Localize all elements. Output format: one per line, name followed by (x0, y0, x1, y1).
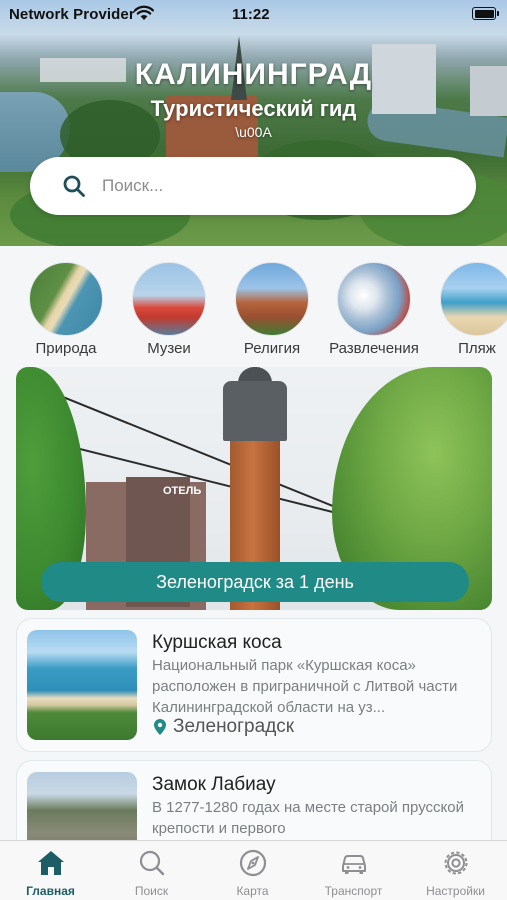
search-icon (139, 850, 165, 876)
battery-icon (472, 7, 499, 20)
place-description: Национальный парк «Куршская коса» распол… (152, 657, 458, 716)
status-time: 11:22 (232, 6, 270, 23)
beach-photo (440, 262, 507, 336)
place-city: Зеленоградск (173, 716, 295, 737)
wifi-icon (134, 5, 154, 20)
water-tower-top (223, 381, 287, 441)
featured-route-button[interactable]: Зеленоградск за 1 день (41, 562, 469, 602)
religion-photo (235, 262, 309, 336)
category-label: Религия (243, 340, 301, 357)
status-bar: Network Provider 11:22 (0, 0, 507, 28)
categories-row[interactable]: Природа Музеи Религия Развлечения Пляж (0, 258, 507, 358)
place-photo (27, 630, 137, 740)
category-label: Музеи (147, 340, 191, 357)
search-icon (63, 175, 85, 197)
place-card[interactable]: Куршская коса Национальный парк «Куршска… (16, 618, 492, 752)
gear-icon (444, 851, 468, 875)
place-description: В 1277-1280 годах на месте старой прусск… (152, 799, 465, 837)
tab-bar: Главная Поиск Карта Транспорт Настройки (0, 840, 507, 900)
tab-label: Главная (26, 884, 75, 898)
home-icon (38, 851, 64, 875)
category-religion[interactable]: Религия (224, 258, 320, 357)
category-entertainment[interactable]: Развлечения (326, 258, 422, 357)
entertainment-photo (337, 262, 411, 336)
hero-header: Network Provider 11:22 КАЛИНИНГРАД Турис… (0, 0, 507, 246)
tab-label: Карта (236, 884, 269, 898)
car-icon (342, 855, 366, 874)
category-label: Природа (35, 340, 97, 357)
location-pin-icon (154, 719, 166, 735)
tab-label: Поиск (134, 884, 169, 898)
escape-artifact-text: \u00A (235, 124, 272, 140)
tab-search[interactable]: Поиск (101, 841, 202, 900)
museum-photo (132, 262, 206, 336)
hotel-sign: ОТЕЛЬ (163, 485, 201, 497)
tab-map[interactable]: Карта (202, 841, 303, 900)
city-title: КАЛИНИНГРАД (134, 58, 373, 91)
tab-home[interactable]: Главная (0, 841, 101, 900)
tab-label: Настройки (426, 884, 485, 898)
category-beach[interactable]: Пляж (429, 258, 507, 357)
place-title: Куршская коса (152, 632, 282, 653)
search-input[interactable] (102, 167, 452, 205)
place-title: Замок Лабиау (152, 774, 276, 795)
network-provider: Network Provider (9, 6, 135, 23)
guide-subtitle: Туристический гид (150, 96, 357, 121)
category-museums[interactable]: Музеи (121, 258, 217, 357)
tab-transport[interactable]: Транспорт (303, 841, 404, 900)
category-label: Развлечения (329, 340, 419, 357)
category-nature[interactable]: Природа (18, 258, 114, 357)
category-label: Пляж (458, 340, 496, 357)
featured-route-banner[interactable]: ОТЕЛЬ Зеленоградск за 1 день (16, 367, 492, 610)
compass-icon (239, 849, 267, 877)
tab-settings[interactable]: Настройки (405, 841, 506, 900)
nature-photo (29, 262, 103, 336)
tab-label: Транспорт (324, 884, 383, 898)
search-bar[interactable] (30, 157, 476, 215)
